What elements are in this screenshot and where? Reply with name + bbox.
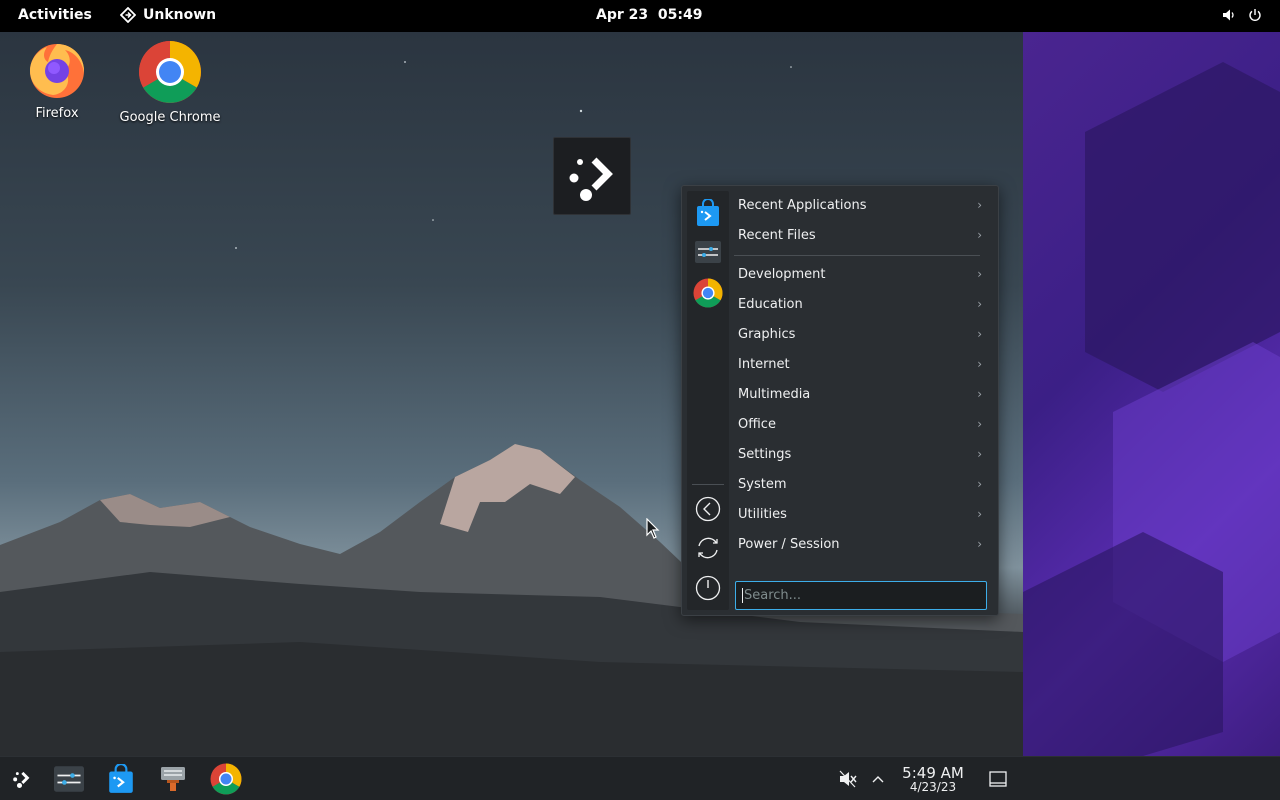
menu-item-office[interactable]: Office ›: [734, 410, 986, 438]
desktop-icon-chrome[interactable]: Google Chrome: [115, 40, 225, 125]
mouse-cursor-icon: [646, 518, 660, 539]
menu-item-label: Power / Session: [738, 536, 840, 552]
system-settings-icon: [54, 766, 84, 792]
taskbar-google-chrome[interactable]: [210, 763, 242, 795]
show-desktop-button[interactable]: [982, 763, 1014, 795]
menu-item-internet[interactable]: Internet ›: [734, 350, 986, 378]
kde-launcher-icon: [569, 157, 613, 201]
action-refresh[interactable]: [692, 532, 724, 564]
taskbar-discover[interactable]: [105, 763, 137, 795]
volume-muted-icon: [839, 770, 857, 788]
chevron-right-icon: ›: [977, 297, 982, 311]
chevron-right-icon: ›: [977, 357, 982, 371]
action-power[interactable]: [692, 572, 724, 604]
menu-item-label: Recent Applications: [738, 197, 867, 213]
chrome-icon: [693, 278, 723, 308]
chevron-right-icon: ›: [977, 477, 982, 491]
menu-item-development[interactable]: Development ›: [734, 260, 986, 288]
desktop-icon-label: Google Chrome: [119, 110, 221, 125]
purple-hexagons: [1023, 62, 1280, 756]
menu-item-label: Utilities: [738, 506, 787, 522]
chevron-right-icon: ›: [977, 327, 982, 341]
menu-item-label: Graphics: [738, 326, 796, 342]
menu-item-recent-files[interactable]: Recent Files ›: [734, 221, 986, 249]
launcher-tile[interactable]: [553, 137, 631, 215]
chevron-right-icon: ›: [977, 447, 982, 461]
tray-expand[interactable]: [862, 763, 894, 795]
taskbar-system-settings[interactable]: [53, 763, 85, 795]
settings-sliders-icon: [695, 241, 721, 263]
taskbar-date: 4/23/23: [909, 780, 957, 794]
chevron-right-icon: ›: [977, 228, 982, 242]
taskbar-clock[interactable]: 5:49 AM 4/23/23: [896, 765, 970, 794]
chrome-icon: [139, 41, 201, 103]
menu-item-label: Multimedia: [738, 386, 811, 402]
activities-button[interactable]: Activities: [18, 7, 92, 23]
chevron-right-icon: ›: [977, 507, 982, 521]
taskbar: 5:49 AM 4/23/23: [0, 756, 1280, 800]
chevron-right-icon: ›: [977, 267, 982, 281]
desktop-icon-label: Firefox: [35, 106, 79, 121]
favorites-column: [687, 191, 729, 610]
tray-volume-muted[interactable]: [832, 763, 864, 795]
menu-item-label: Internet: [738, 356, 790, 372]
favorites-separator: [692, 484, 724, 485]
menu-item-label: Settings: [738, 446, 792, 462]
taskbar-app-launcher[interactable]: [6, 763, 38, 795]
menu-item-recent-applications[interactable]: Recent Applications ›: [734, 191, 986, 219]
chevron-right-icon: ›: [977, 198, 982, 212]
kde-launcher-icon: [13, 771, 30, 788]
chevron-right-icon: ›: [977, 537, 982, 551]
menu-item-label: Office: [738, 416, 776, 432]
favorite-google-chrome[interactable]: [692, 277, 724, 309]
menu-item-label: System: [738, 476, 787, 492]
refresh-icon: [698, 537, 718, 559]
app-name: Unknown: [143, 7, 217, 23]
menu-item-graphics[interactable]: Graphics ›: [734, 320, 986, 348]
menu-separator: [734, 255, 980, 256]
volume-icon: [1223, 9, 1234, 21]
menu-item-label: Education: [738, 296, 803, 312]
search-input[interactable]: Search...: [735, 581, 987, 610]
chrome-icon: [210, 763, 242, 795]
discover-icon: [109, 764, 133, 793]
show-desktop-icon: [989, 771, 1007, 787]
chevron-up-icon: [872, 776, 884, 783]
action-back[interactable]: [692, 493, 724, 525]
menu-item-settings[interactable]: Settings ›: [734, 440, 986, 468]
taskbar-time: 5:49 AM: [902, 764, 964, 782]
menu-item-system[interactable]: System ›: [734, 470, 986, 498]
purple-wallpaper-panel: [1023, 32, 1280, 756]
power-icon: [695, 575, 721, 601]
chevron-right-icon: ›: [977, 417, 982, 431]
menu-item-label: Recent Files: [738, 227, 816, 243]
favorite-system-settings[interactable]: [692, 236, 724, 268]
favorite-discover[interactable]: [692, 197, 724, 229]
menu-item-utilities[interactable]: Utilities ›: [734, 500, 986, 528]
firefox-icon: [30, 44, 85, 98]
power-icon: [1249, 9, 1261, 21]
top-bar: Activities Unknown Apr 23 05:49: [0, 0, 1280, 32]
package-manager-icon: [161, 767, 185, 791]
system-menu[interactable]: [1222, 8, 1262, 22]
desktop-icon-firefox[interactable]: Firefox: [2, 40, 112, 121]
menu-item-power-session[interactable]: Power / Session ›: [734, 530, 986, 558]
app-diamond-icon: [120, 7, 136, 23]
back-icon: [695, 496, 721, 522]
menu-item-label: Development: [738, 266, 826, 282]
text-caret: [742, 588, 743, 603]
menu-item-education[interactable]: Education ›: [734, 290, 986, 318]
application-menu: Recent Applications › Recent Files › Devel…: [681, 185, 999, 616]
search-placeholder: Search...: [744, 588, 802, 603]
chevron-right-icon: ›: [977, 387, 982, 401]
menu-item-multimedia[interactable]: Multimedia ›: [734, 380, 986, 408]
topbar-clock[interactable]: Apr 23 05:49: [596, 7, 702, 23]
taskbar-package-manager[interactable]: [157, 763, 189, 795]
app-menu-button[interactable]: Unknown: [120, 7, 216, 23]
discover-icon: [697, 199, 719, 226]
desktop: Firefox Google Chrome Recent Application…: [0, 32, 1280, 756]
